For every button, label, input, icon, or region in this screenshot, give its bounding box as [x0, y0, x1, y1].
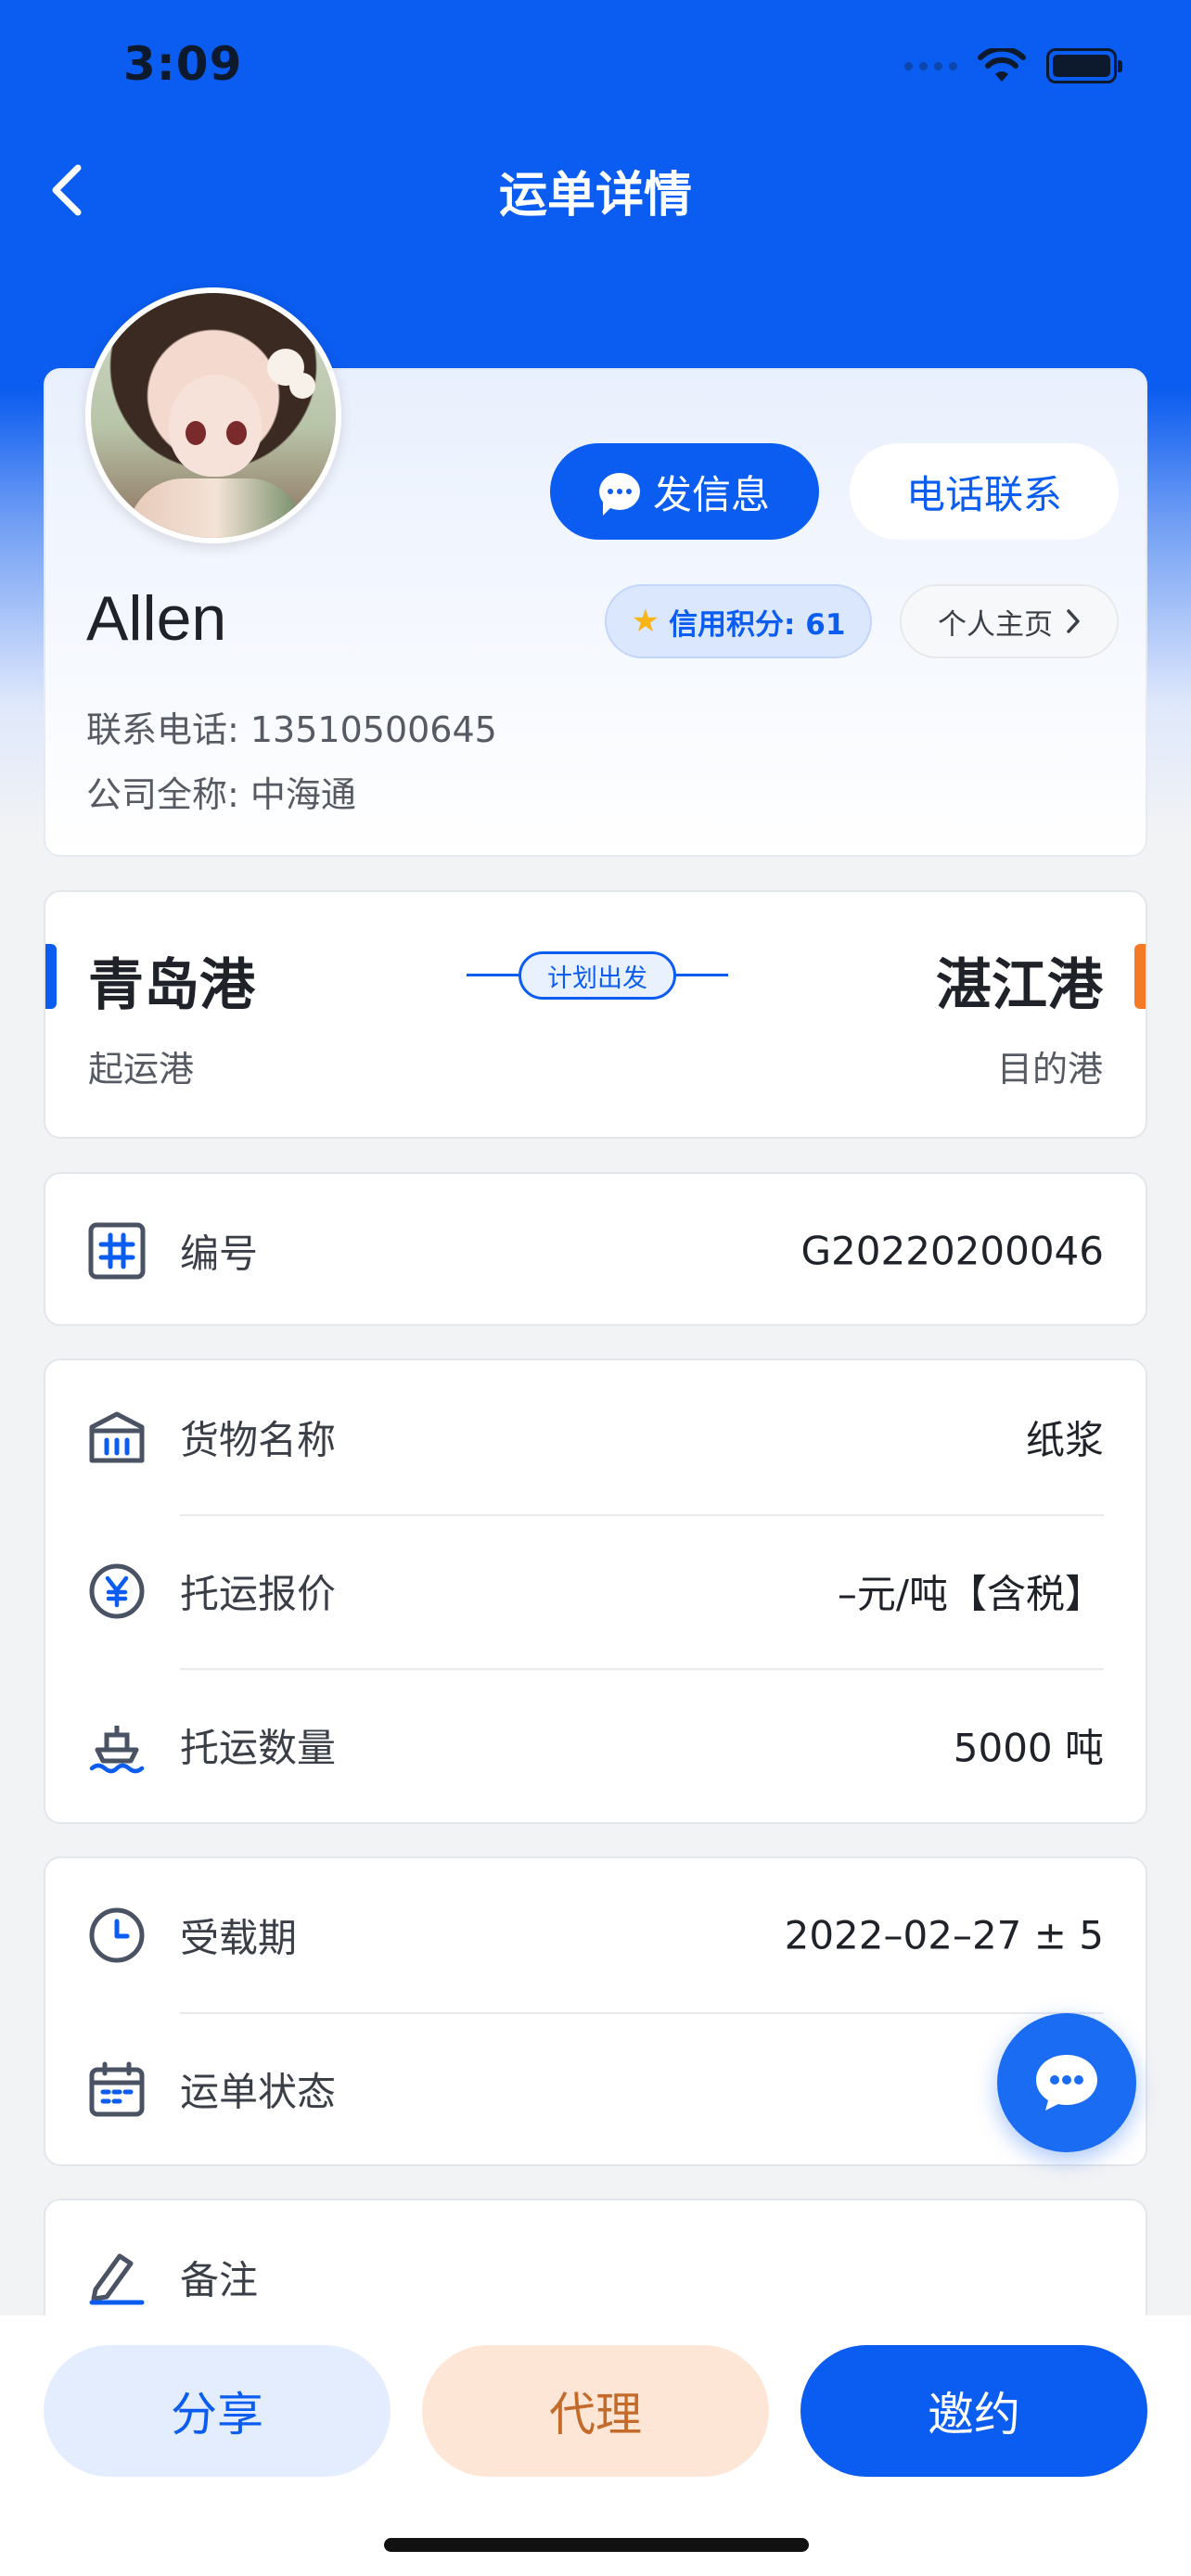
bottom-action-bar: 分享 代理 邀约: [0, 2315, 1191, 2576]
route-end-marker: [1134, 944, 1146, 1009]
signal-icon: [904, 61, 957, 70]
route-card: 青岛港 起运港 湛江港 目的港 计划出发: [44, 890, 1147, 1139]
chevron-right-icon: [1067, 609, 1080, 633]
send-message-label: 发信息: [652, 471, 770, 517]
loading-period-value: 2022–02–27 ± 5: [784, 1912, 1104, 1958]
agent-button[interactable]: 代理: [422, 2345, 769, 2477]
warehouse-icon: [86, 1407, 147, 1468]
send-message-button[interactable]: 发信息: [550, 443, 819, 540]
planned-departure-badge: 计划出发: [519, 951, 676, 1000]
freight-price-row: 托运报价 –元/吨【含税】: [45, 1514, 1146, 1668]
share-button[interactable]: 分享: [44, 2345, 391, 2477]
star-icon: ★: [631, 603, 660, 640]
status-time: 3:09: [123, 37, 243, 91]
number-label: 编号: [180, 1231, 259, 1277]
remark-label: 备注: [180, 2257, 259, 2303]
destination-port-label: 目的港: [996, 1049, 1103, 1090]
ship-icon: [86, 1715, 147, 1776]
page-title: 运单详情: [498, 168, 692, 223]
origin-port-label: 起运港: [88, 1049, 195, 1090]
chat-bubble-icon: [598, 473, 640, 516]
origin-port: 青岛港: [88, 953, 255, 1018]
loading-period-label: 受载期: [180, 1915, 298, 1961]
waybill-status-row: 运单状态 有效: [45, 2012, 1146, 2164]
contact-phone[interactable]: 联系电话: 13510500645: [86, 701, 497, 752]
cargo-card: 货物名称 纸浆 托运报价 –元/吨【含税】 托运数量 5000 吨: [44, 1358, 1147, 1824]
quantity-row: 托运数量 5000 吨: [45, 1668, 1146, 1822]
invite-button[interactable]: 邀约: [800, 2345, 1147, 2477]
cargo-name-label: 货物名称: [180, 1417, 337, 1463]
credit-score-label: 信用积分: 61: [669, 607, 846, 642]
cargo-name-row: 货物名称 纸浆: [45, 1360, 1146, 1514]
home-indicator: [384, 2538, 809, 2552]
wifi-icon: [978, 48, 1026, 82]
chat-float-button[interactable]: [997, 2013, 1136, 2152]
number-value: G20220200046: [800, 1228, 1104, 1274]
quantity-value: 5000 吨: [953, 1725, 1104, 1771]
homepage-label: 个人主页: [938, 607, 1053, 642]
user-name: Allen: [86, 583, 227, 654]
phone-contact-button[interactable]: 电话联系: [850, 443, 1119, 540]
battery-icon: [1046, 48, 1122, 83]
number-card: 编号 G20220200046: [44, 1172, 1147, 1326]
yuan-icon: [86, 1561, 147, 1622]
loading-period-row: 受载期 2022–02–27 ± 5: [45, 1858, 1146, 2012]
route-start-marker: [45, 944, 57, 1009]
freight-price-label: 托运报价: [180, 1571, 337, 1617]
avatar[interactable]: [85, 287, 341, 543]
cargo-name-value: 纸浆: [1025, 1417, 1104, 1463]
phone-contact-label: 电话联系: [905, 471, 1062, 517]
status-bar: 3:09: [0, 0, 1191, 139]
company-name: 公司全称: 中海通: [86, 774, 356, 815]
destination-port: 湛江港: [936, 953, 1103, 1018]
freight-price-value: –元/吨【含税】: [837, 1571, 1104, 1617]
schedule-card: 受载期 2022–02–27 ± 5 运单状态 有效: [44, 1856, 1147, 2166]
calendar-icon: [86, 2059, 147, 2120]
clock-icon: [86, 1905, 147, 1966]
quantity-label: 托运数量: [180, 1725, 337, 1771]
waybill-status-label: 运单状态: [180, 2069, 337, 2115]
homepage-button[interactable]: 个人主页: [900, 584, 1119, 658]
edit-icon: [86, 2247, 147, 2308]
chat-bubble-icon: [1036, 2055, 1097, 2111]
number-row: 编号 G20220200046: [45, 1174, 1146, 1324]
credit-score-badge[interactable]: ★ 信用积分: 61: [605, 584, 872, 658]
status-icons: [904, 48, 1122, 83]
hash-icon: [86, 1220, 147, 1282]
